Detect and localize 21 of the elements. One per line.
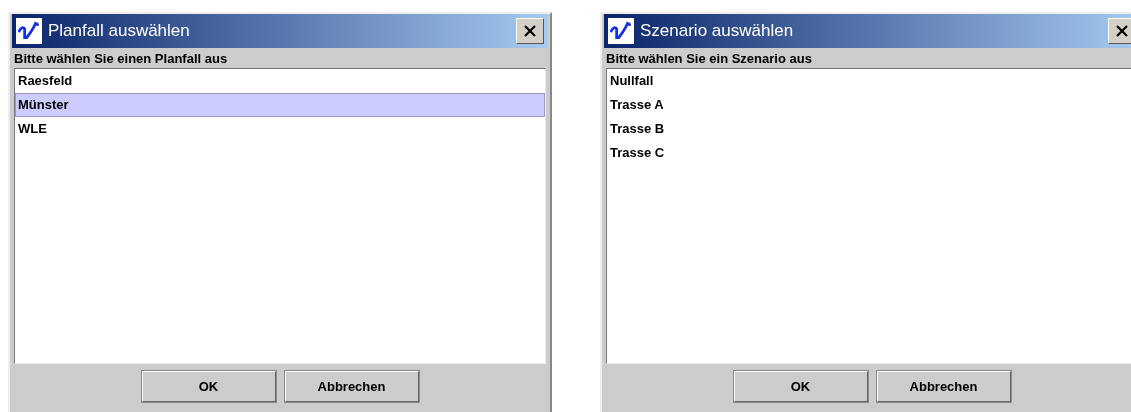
close-button[interactable] <box>1108 18 1131 44</box>
window-title: Planfall auswählen <box>48 21 191 41</box>
list-item[interactable]: Trasse B <box>607 117 1131 141</box>
close-button[interactable] <box>516 18 544 44</box>
list-item[interactable]: WLE <box>15 117 545 141</box>
app-logo-icon <box>16 18 42 44</box>
list-item[interactable]: Raesfeld <box>15 69 545 93</box>
prompt-label: Bitte wählen Sie einen Planfall aus <box>13 50 229 68</box>
ok-button[interactable]: OK <box>733 371 868 402</box>
list-item[interactable]: Münster <box>15 93 545 117</box>
cancel-button[interactable]: Abbrechen <box>876 371 1011 402</box>
window-title: Szenario auswählen <box>640 21 795 41</box>
close-icon <box>523 24 537 38</box>
list-item[interactable]: Nullfall <box>607 69 1131 93</box>
ok-button[interactable]: OK <box>141 371 276 402</box>
app-logo-icon <box>608 18 634 44</box>
list-item[interactable]: Trasse A <box>607 93 1131 117</box>
prompt-label: Bitte wählen Sie ein Szenario aus <box>605 50 813 68</box>
close-icon <box>1115 24 1129 38</box>
list-item[interactable]: Trasse C <box>607 141 1131 165</box>
cancel-button[interactable]: Abbrechen <box>284 371 419 402</box>
